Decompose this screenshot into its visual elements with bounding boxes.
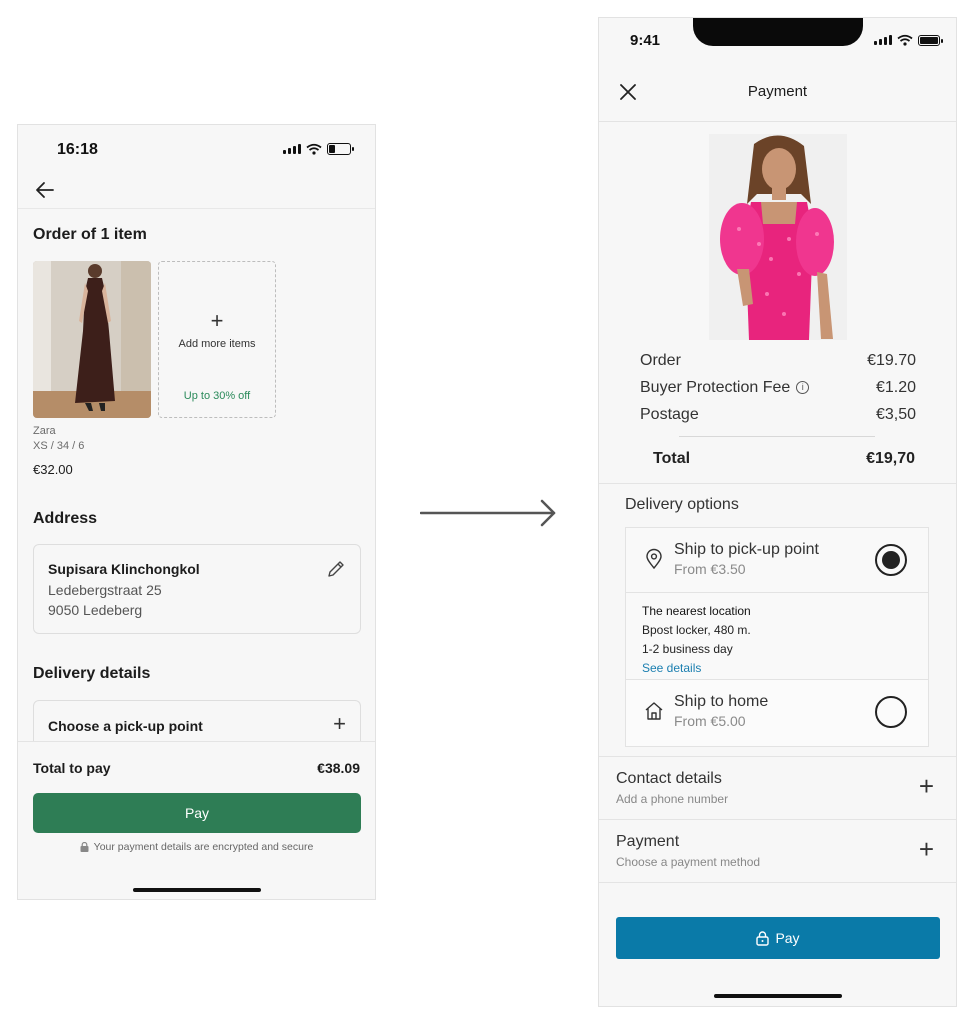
address-street: Ledebergstraat 25 xyxy=(48,582,162,598)
summary-label: Order xyxy=(640,352,681,369)
option-title: Ship to home xyxy=(674,693,769,710)
summary-value: €3,50 xyxy=(875,406,916,423)
contact-details-row[interactable]: Contact details Add a phone number + xyxy=(599,756,956,818)
address-card[interactable]: Supisara Klinchongkol Ledebergstraat 25 … xyxy=(33,544,361,634)
section-divider xyxy=(599,483,956,484)
contact-title: Contact details xyxy=(616,770,722,787)
payment-sub: Choose a payment method xyxy=(616,855,761,869)
top-bar: Payment xyxy=(599,70,956,122)
plus-icon: + xyxy=(918,834,934,864)
nearest-time: 1-2 business day xyxy=(642,642,733,656)
summary-row-order: Order €19.70 xyxy=(640,352,916,370)
nearest-place: Bpost locker, 480 m. xyxy=(642,623,751,637)
dress-image xyxy=(33,261,151,418)
plus-icon: + xyxy=(210,308,224,333)
order-items: + Add more items Up to 30% off xyxy=(33,261,276,418)
status-bar: 9:41 xyxy=(599,18,956,66)
edit-pencil-icon[interactable] xyxy=(326,559,346,579)
option-ship-home[interactable]: Ship to home From €5.00 xyxy=(626,680,928,746)
radio-unselected[interactable] xyxy=(875,696,907,728)
plus-icon: + xyxy=(918,771,934,801)
summary-divider xyxy=(679,436,875,437)
pink-dress-image xyxy=(709,134,847,340)
pay-button[interactable]: Pay xyxy=(33,793,361,833)
battery-icon xyxy=(918,34,943,46)
page-title: Payment xyxy=(747,83,808,100)
summary-row-buyer-protection: Buyer Protection Fee i €1.20 xyxy=(640,379,916,397)
order-title: Order of 1 item xyxy=(33,226,147,243)
pickup-label: Choose a pick-up point xyxy=(48,718,203,734)
pay-button[interactable]: Pay xyxy=(616,917,940,959)
secure-note-text: Your payment details are encrypted and s… xyxy=(93,841,314,853)
home-indicator xyxy=(133,888,261,892)
nearest-location: The nearest location Bpost locker, 480 m… xyxy=(626,592,928,680)
wifi-icon xyxy=(306,143,322,155)
battery-icon xyxy=(327,143,354,155)
total-row: Total €19,70 xyxy=(653,450,915,468)
status-bar: 16:18 xyxy=(18,125,375,173)
payment-title: Payment xyxy=(616,833,680,850)
signal-icon xyxy=(874,35,892,45)
location-pin-icon xyxy=(646,548,662,570)
lock-icon xyxy=(756,930,770,946)
add-more-promo: Up to 30% off xyxy=(183,390,251,402)
summary-label: Postage xyxy=(640,406,699,423)
total-value: €19,70 xyxy=(866,450,915,467)
delivery-details-title: Delivery details xyxy=(33,665,151,682)
address-city: 9050 Ledeberg xyxy=(48,602,143,618)
lock-icon xyxy=(80,842,89,852)
option-title: Ship to pick-up point xyxy=(674,541,819,558)
delivery-options-title: Delivery options xyxy=(625,496,739,513)
address-title: Address xyxy=(33,510,98,527)
item-photo[interactable] xyxy=(33,261,151,418)
option-pickup-point[interactable]: Ship to pick-up point From €3.50 xyxy=(626,528,928,592)
payment-method-row[interactable]: Payment Choose a payment method + xyxy=(599,819,956,881)
checkout-screen-before: 16:18 Order of 1 item + Add more items U… xyxy=(17,124,376,900)
add-more-items-card[interactable]: + Add more items Up to 30% off xyxy=(158,261,276,418)
wifi-icon xyxy=(897,34,913,46)
secure-note: Your payment details are encrypted and s… xyxy=(18,841,375,853)
house-icon xyxy=(645,702,663,720)
item-price: €32.00 xyxy=(33,462,73,477)
payment-screen-after: 9:41 Payment Order €19.70 Buyer Protecti… xyxy=(598,17,957,1007)
address-name: Supisara Klinchongkol xyxy=(48,561,200,577)
status-icons xyxy=(874,34,943,46)
item-brand: Zara xyxy=(33,425,56,437)
signal-icon xyxy=(283,144,301,154)
pay-label: Pay xyxy=(184,805,210,821)
summary-value: €1.20 xyxy=(875,379,916,396)
item-size: XS / 34 / 6 xyxy=(33,440,85,452)
radio-selected[interactable] xyxy=(875,544,907,576)
total-value: €38.09 xyxy=(317,760,360,776)
top-bar xyxy=(18,175,375,209)
status-icons xyxy=(283,143,354,155)
transition-arrow-icon xyxy=(420,499,556,527)
total-label: Total xyxy=(653,450,691,467)
add-more-label: Add more items xyxy=(178,338,256,350)
status-time: 9:41 xyxy=(630,32,661,49)
summary-row-postage: Postage €3,50 xyxy=(640,406,916,424)
plus-icon: + xyxy=(333,711,346,736)
info-icon[interactable]: i xyxy=(796,381,810,395)
option-price: From €3.50 xyxy=(674,561,746,577)
checkout-footer: Total to pay €38.09 Pay Your payment det… xyxy=(18,741,375,899)
product-photo xyxy=(709,134,847,340)
back-arrow-icon[interactable] xyxy=(34,179,56,201)
home-indicator xyxy=(714,994,842,998)
summary-label: Buyer Protection Fee xyxy=(640,379,791,396)
nearest-head: The nearest location xyxy=(642,604,751,618)
delivery-options: Ship to pick-up point From €3.50 The nea… xyxy=(625,527,929,747)
see-details-link[interactable]: See details xyxy=(642,659,912,678)
total-label: Total to pay xyxy=(33,760,111,776)
summary-value: €19.70 xyxy=(867,352,916,369)
section-divider xyxy=(599,882,956,883)
pay-label: Pay xyxy=(775,930,800,946)
contact-sub: Add a phone number xyxy=(616,792,729,806)
option-price: From €5.00 xyxy=(674,713,746,729)
status-time: 16:18 xyxy=(57,141,98,158)
